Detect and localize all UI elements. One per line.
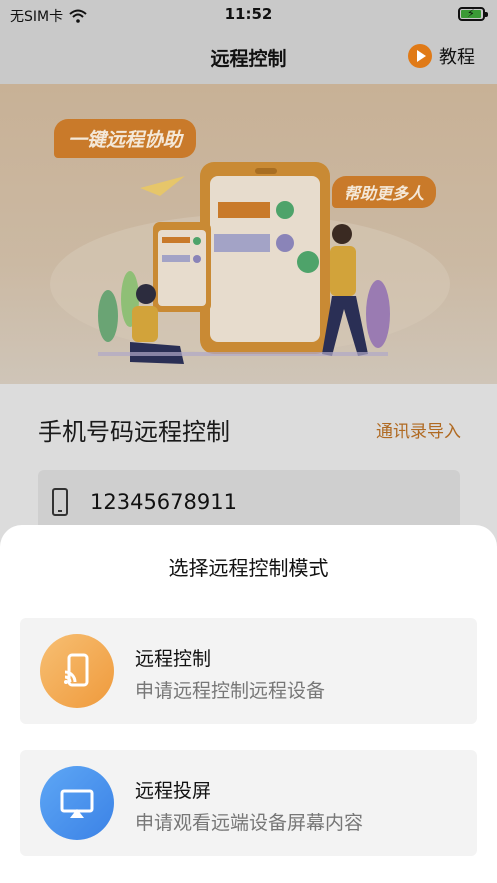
mode-select-sheet: 选择远程控制模式 远程控制 申请远程控制远程设备 远程投屏 申请观看远端设备屏幕… [0,525,497,883]
battery-icon: ⚡ [458,7,488,21]
section-title: 手机号码远程控制 [38,418,230,446]
option-description: 申请远程控制远程设备 [135,680,326,702]
status-bar: 无SIM卡 11:52 ⚡ [0,0,497,30]
option-title: 远程控制 [135,648,212,670]
phone-icon [52,488,68,516]
banner-badge-right: 帮助更多人 [332,176,437,208]
banner: 一键远程协助 帮助更多人 [0,84,497,384]
option-remote-control[interactable]: 远程控制 申请远程控制远程设备 [20,618,477,724]
sheet-title: 选择远程控制模式 [168,556,329,580]
play-icon [408,44,432,68]
option-description: 申请观看远端设备屏幕内容 [135,812,364,834]
banner-badge-left: 一键远程协助 [54,119,197,158]
screen-cast-icon [40,766,114,840]
status-time: 11:52 [224,5,273,23]
phone-input-value: 12345678911 [90,490,237,514]
tutorial-button[interactable]: 教程 [408,43,475,69]
option-title: 远程投屏 [135,780,212,802]
option-screen-cast[interactable]: 远程投屏 申请观看远端设备屏幕内容 [20,750,477,856]
contacts-import-link[interactable]: 通讯录导入 [376,417,461,442]
remote-control-icon [40,634,114,708]
nav-bar: 远程控制 教程 [0,30,497,84]
tutorial-label: 教程 [439,47,475,68]
